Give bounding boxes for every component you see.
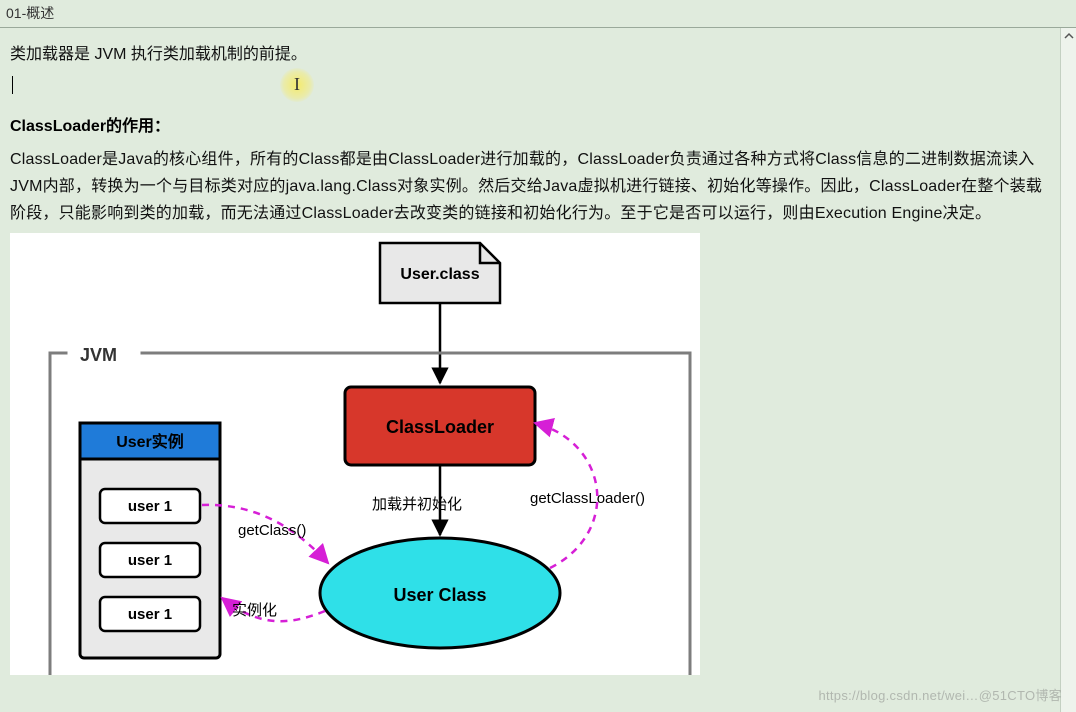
body-paragraph: ClassLoader是Java的核心组件，所有的Class都是由ClassLo…	[10, 146, 1050, 228]
user-class-label: User Class	[393, 585, 486, 605]
classloader-label: ClassLoader	[386, 417, 494, 437]
file-box-label: User.class	[400, 266, 479, 283]
file-box: User.class	[380, 243, 500, 303]
label-instantiate: 实例化	[232, 602, 277, 619]
editor-cursor-line[interactable]: I	[10, 74, 1050, 96]
label-load-init: 加载并初始化	[372, 496, 462, 513]
user-class-ellipse: User Class	[320, 538, 560, 648]
text-cursor-icon	[12, 76, 13, 94]
instance-item-0: user 1	[128, 498, 172, 515]
chevron-up-icon	[1064, 31, 1074, 41]
instance-item-1: user 1	[128, 552, 172, 569]
watermark-text: https://blog.csdn.net/wei…@51CTO博客	[818, 685, 1062, 704]
scroll-up-button[interactable]	[1061, 28, 1076, 44]
classloader-box: ClassLoader	[345, 387, 535, 465]
instance-item-2: user 1	[128, 606, 172, 623]
instance-panel: User实例 user 1 user 1 user 1	[80, 423, 220, 658]
label-getclassloader: getClassLoader()	[530, 490, 645, 507]
ibeam-cursor-icon: I	[280, 68, 314, 102]
section-heading: ClassLoader的作用：	[10, 112, 1050, 136]
document-body: 类加载器是 JVM 执行类加载机制的前提。 I ClassLoader的作用： …	[0, 28, 1060, 712]
jvm-label: JVM	[80, 345, 117, 365]
instance-panel-title: User实例	[116, 432, 184, 451]
label-getclass: getClass()	[238, 522, 306, 539]
jvm-classloader-diagram: User.class JVM ClassLoader 加载并初始化 User	[10, 233, 700, 675]
window-title: 01-概述	[0, 0, 1076, 28]
intro-line: 类加载器是 JVM 执行类加载机制的前提。	[10, 42, 1050, 68]
vertical-scrollbar[interactable]	[1060, 28, 1076, 712]
